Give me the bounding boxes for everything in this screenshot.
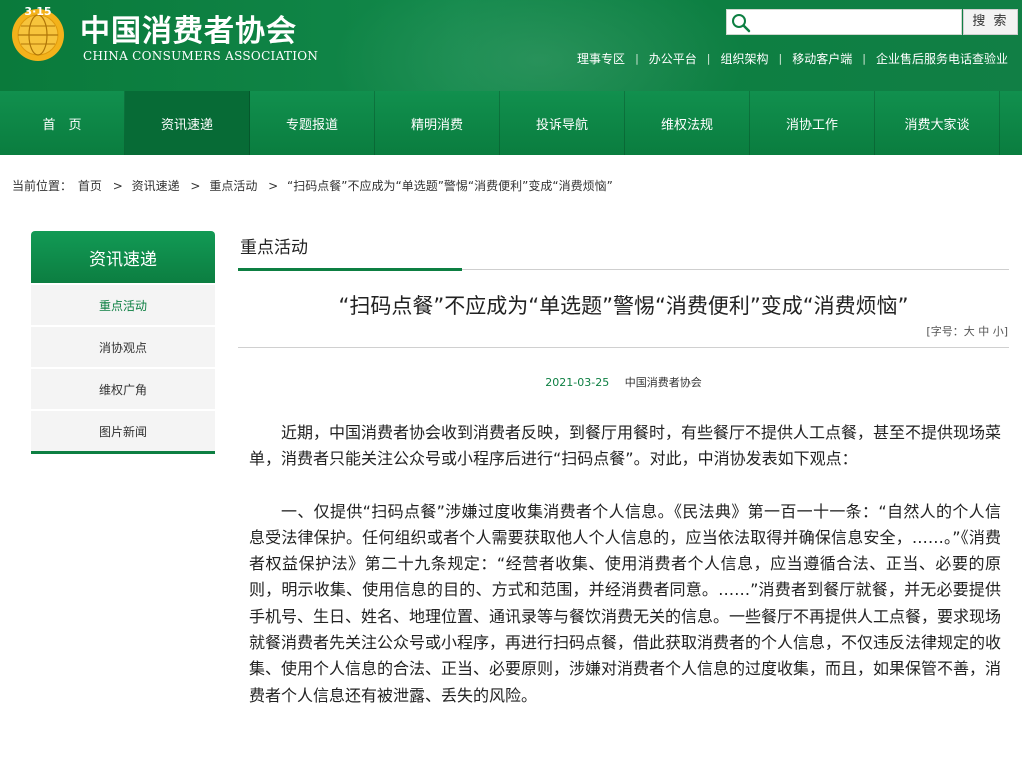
sidebar: 资讯速递 重点活动 消协观点 维权广角 图片新闻	[31, 231, 215, 454]
font-size-control[interactable]: [字号：大 中 小]	[926, 323, 1008, 339]
breadcrumb-separator: >	[112, 179, 123, 193]
nav-item-news[interactable]: 资讯速递	[125, 91, 250, 155]
divider	[238, 347, 1009, 348]
top-link-mobile[interactable]: 移动客户端	[782, 50, 862, 67]
main-nav: 首 页 资讯速递 专题报道 精明消费 投诉导航 维权法规 消协工作 消费大家谈	[0, 91, 1022, 155]
breadcrumb: 当前位置： 首页 > 资讯速递 > 重点活动 > “扫码点餐”不应成为“单选题”…	[12, 177, 615, 194]
logo-text: 3·15	[24, 5, 51, 18]
nav-item-home[interactable]: 首 页	[0, 91, 125, 155]
breadcrumb-label: 当前位置：	[12, 179, 73, 193]
article-paragraph: 近期，中国消费者协会收到消费者反映，到餐厅用餐时，有些餐厅不提供人工点餐，甚至不…	[249, 423, 1002, 469]
search-box	[726, 9, 962, 35]
search-button[interactable]: 搜 索	[963, 9, 1018, 35]
search-input[interactable]	[755, 12, 959, 34]
nav-item-consumer-talk[interactable]: 消费大家谈	[875, 91, 1000, 155]
top-links: 理事专区 | 办公平台 | 组织架构 | 移动客户端 | 企业售后服务电话查验业	[567, 50, 1018, 67]
sidebar-item-rights-angle[interactable]: 维权广角	[31, 369, 215, 409]
article-title: “扫码点餐”不应成为“单选题”警惕“消费便利”变成“消费烦恼”	[338, 294, 909, 318]
section-title-underline	[238, 268, 462, 271]
sidebar-item-photo-news[interactable]: 图片新闻	[31, 411, 215, 451]
header-decoration	[330, 0, 750, 91]
sidebar-links: 重点活动 消协观点 维权广角 图片新闻	[31, 285, 215, 454]
breadcrumb-item-home[interactable]: 首页	[78, 179, 102, 193]
article-date: 2021-03-25	[545, 376, 610, 389]
cca-logo-icon[interactable]: 3·15	[8, 3, 68, 63]
sidebar-item-key-activities[interactable]: 重点活动	[31, 285, 215, 325]
nav-item-association-work[interactable]: 消协工作	[750, 91, 875, 155]
top-link-structure[interactable]: 组织架构	[711, 50, 779, 67]
breadcrumb-separator: >	[268, 179, 279, 193]
site-header: 3·15 中国消费者协会 CHINA CONSUMERS ASSOCIATION…	[0, 0, 1022, 91]
sidebar-item-viewpoints[interactable]: 消协观点	[31, 327, 215, 367]
top-link-office[interactable]: 办公平台	[639, 50, 707, 67]
breadcrumb-item-key-activities[interactable]: 重点活动	[209, 179, 257, 193]
top-link-council[interactable]: 理事专区	[567, 50, 635, 67]
breadcrumb-item-news[interactable]: 资讯速递	[132, 179, 180, 193]
article-source: 中国消费者协会	[624, 376, 702, 389]
article-body: 近期，中国消费者协会收到消费者反映，到餐厅用餐时，有些餐厅不提供人工点餐，甚至不…	[249, 420, 1001, 709]
section-title: 重点活动	[240, 238, 308, 258]
nav-item-special-reports[interactable]: 专题报道	[250, 91, 375, 155]
sidebar-title: 资讯速递	[31, 231, 215, 283]
top-link-aftersales[interactable]: 企业售后服务电话查验业	[866, 50, 1018, 67]
search-icon	[732, 14, 751, 33]
breadcrumb-separator: >	[190, 179, 201, 193]
section-header: 重点活动	[238, 231, 1009, 271]
nav-item-complaint-guide[interactable]: 投诉导航	[500, 91, 625, 155]
site-title[interactable]: 中国消费者协会	[80, 6, 297, 50]
nav-item-smart-consumption[interactable]: 精明消费	[375, 91, 500, 155]
article-meta: 2021-03-25 中国消费者协会	[238, 374, 1009, 390]
article-paragraph: 一、仅提供“扫码点餐”涉嫌过度收集消费者个人信息。《民法典》第一百一十一条：“自…	[249, 501, 1002, 705]
nav-item-rights-laws[interactable]: 维权法规	[625, 91, 750, 155]
site-subtitle: CHINA CONSUMERS ASSOCIATION	[83, 49, 319, 63]
breadcrumb-item-current: “扫码点餐”不应成为“单选题”警惕“消费便利”变成“消费烦恼”	[287, 179, 613, 193]
